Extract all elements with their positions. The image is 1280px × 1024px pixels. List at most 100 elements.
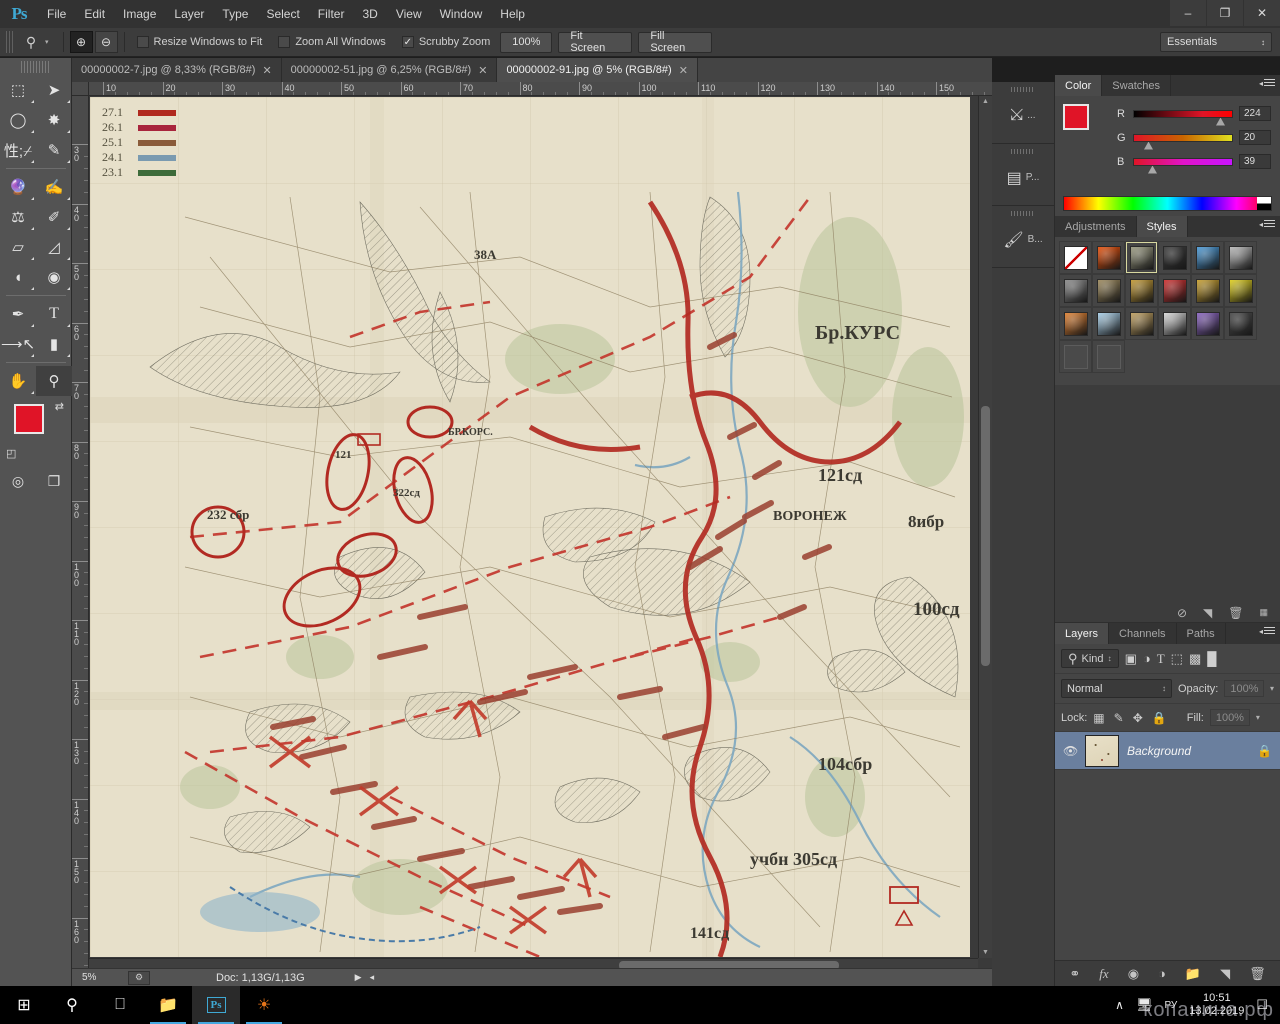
link-layers-icon[interactable]: ⚭ [1069,966,1080,982]
crop-tool[interactable]: 性;⌿ [0,135,36,165]
active-tool-preview[interactable]: ⚲ ▾ [20,31,49,53]
document-window[interactable]: 27.1 26.1 25.1 24.1 23.1 38A Бр.КУРС БР.КОРС. 1… [90,97,970,957]
filter-adjustment-icon[interactable]: ◑ [1143,651,1151,666]
tab-styles[interactable]: Styles [1136,216,1188,237]
style-horizon[interactable] [1125,307,1158,340]
close-icon[interactable]: ✕ [478,64,487,77]
menu-select[interactable]: Select [257,0,308,28]
color-spectrum-ramp[interactable] [1063,196,1272,211]
firefox-taskbar-button[interactable]: ☀ [240,986,288,1024]
color-panel-menu-button[interactable]: ◂ [1259,79,1275,88]
style-sky[interactable] [1092,307,1125,340]
add-layer-mask-icon[interactable]: ◉ [1128,966,1139,982]
scroll-up-icon[interactable]: ▲ [982,98,989,105]
style-empty-1[interactable] [1059,340,1092,373]
menu-window[interactable]: Window [431,0,492,28]
language-indicator[interactable]: РУ [1164,1000,1177,1011]
style-outline[interactable] [1125,241,1158,274]
style-purple[interactable] [1191,307,1224,340]
zoom-out-button[interactable]: ⊖ [94,31,118,53]
close-button[interactable]: ✕ [1244,0,1280,26]
resize-windows-to-fit-checkbox[interactable]: Resize Windows to Fit [136,36,262,48]
menu-type[interactable]: Type [213,0,257,28]
new-layer-icon[interactable]: ◥ [1220,966,1230,982]
blue-value[interactable]: 39 [1239,154,1271,169]
layer-row-background[interactable]: 👁 Background 🔒 [1055,732,1280,770]
start-button[interactable]: ⊞ [0,986,48,1024]
move-tool[interactable]: ➤ [36,75,72,105]
opacity-slider-arrow[interactable]: ▾ [1270,684,1274,693]
minimize-button[interactable]: – [1170,0,1206,26]
style-blue-gel[interactable] [1191,241,1224,274]
zoom-100-button[interactable]: 100% [500,31,553,53]
restore-button[interactable]: ❐ [1207,0,1243,26]
style-silver[interactable] [1059,274,1092,307]
delete-layer-icon[interactable]: 🗑 [1249,966,1266,982]
resize-grip-icon[interactable]: ▦ [1259,607,1268,618]
status-resize-grip[interactable]: ◂ [370,972,375,983]
map-image[interactable]: 27.1 26.1 25.1 24.1 23.1 38A Бр.КУРС БР.КОРС. 1… [90,97,970,957]
green-value[interactable]: 20 [1239,130,1271,145]
zoom-all-windows-checkbox[interactable]: Zoom All Windows [278,36,386,48]
lock-image-pixels-icon[interactable]: ✎ [1114,711,1124,725]
blue-slider[interactable] [1133,157,1233,174]
vertical-ruler[interactable]: 30 40 50 60 70 80 90 100 110 120 130 140 150 160 [72,96,89,972]
status-options-icon[interactable]: ⚙ [128,970,150,985]
task-view-button[interactable]: ⎕ [96,986,144,1024]
history-brush-tool[interactable]: ✐ [36,202,72,232]
screen-mode-button[interactable]: ❐ [36,468,72,494]
style-yellow-gel[interactable] [1224,274,1257,307]
clip-to-layer-icon[interactable]: ◥ [1203,606,1212,620]
brush-tool[interactable]: ✍ [36,172,72,202]
style-red-glow[interactable] [1092,241,1125,274]
layers-panel-menu-button[interactable]: ◂ [1259,627,1275,636]
blur-tool[interactable]: ◖ [0,262,36,292]
taskbar-clock[interactable]: 10:51 13.02.2019 [1189,992,1244,1018]
photoshop-taskbar-button[interactable]: Ps [192,986,240,1024]
style-shadow[interactable] [1224,307,1257,340]
clone-stamp-tool[interactable]: ⚖ [0,202,36,232]
show-hidden-icons-chevron[interactable]: ∧ [1115,998,1124,1012]
lock-all-icon[interactable]: 🔒 [1152,711,1167,725]
blend-mode-select[interactable]: Normal ↕ [1061,679,1172,698]
pen-tool[interactable]: ✒ [0,299,36,329]
trash-icon[interactable]: 🗑 [1228,606,1243,620]
red-value[interactable]: 224 [1239,106,1271,121]
style-dark-metal[interactable] [1158,241,1191,274]
zoom-in-button[interactable]: ⊕ [69,31,93,53]
style-checker[interactable] [1158,307,1191,340]
filter-pixel-icon[interactable]: ▣ [1125,651,1137,667]
scrubby-zoom-checkbox[interactable]: ✓ Scrubby Zoom [401,36,490,48]
dodge-tool[interactable]: ◉ [36,262,72,292]
fill-screen-button[interactable]: Fill Screen [638,30,713,54]
close-icon[interactable]: ✕ [679,64,688,77]
marquee-tool[interactable]: ⬚ [0,75,36,105]
scroll-down-icon[interactable]: ▼ [982,949,989,956]
path-selection-tool[interactable]: ⟶↖ [0,329,36,359]
layers-list-empty-area[interactable] [1055,770,1280,960]
fill-value[interactable]: 100% [1209,709,1250,726]
styles-panel-menu-button[interactable]: ◂ [1259,220,1275,229]
hand-tool[interactable]: ✋ [0,366,36,396]
zoom-level-field[interactable]: 5% [72,970,124,985]
layer-thumbnail[interactable] [1085,734,1119,767]
tools-panel-grip[interactable] [20,61,51,73]
ruler-origin[interactable] [72,82,89,96]
style-gold[interactable] [1125,274,1158,307]
fill-slider-arrow[interactable]: ▾ [1256,713,1260,722]
menu-layer[interactable]: Layer [165,0,213,28]
close-icon[interactable]: ✕ [262,64,271,77]
new-group-icon[interactable]: 📁 [1185,966,1201,982]
color-panel-foreground-swatch[interactable] [1063,104,1089,130]
menu-edit[interactable]: Edit [75,0,114,28]
horizontal-ruler[interactable]: 10 20 30 40 50 60 70 80 90 100 110 120 130 140 150 [89,82,992,96]
quick-mask-button[interactable]: ◎ [0,468,36,494]
properties-panel-button[interactable]: ▤ P... [992,144,1054,206]
network-icon[interactable]: 🖥 [1136,997,1153,1013]
file-explorer-button[interactable]: 📁 [144,986,192,1024]
filter-type-icon[interactable]: T [1157,651,1165,667]
magic-wand-tool[interactable]: ✸ [36,105,72,135]
lock-position-icon[interactable]: ✥ [1133,711,1143,725]
menu-help[interactable]: Help [491,0,534,28]
vertical-scroll-thumb[interactable] [981,406,990,666]
